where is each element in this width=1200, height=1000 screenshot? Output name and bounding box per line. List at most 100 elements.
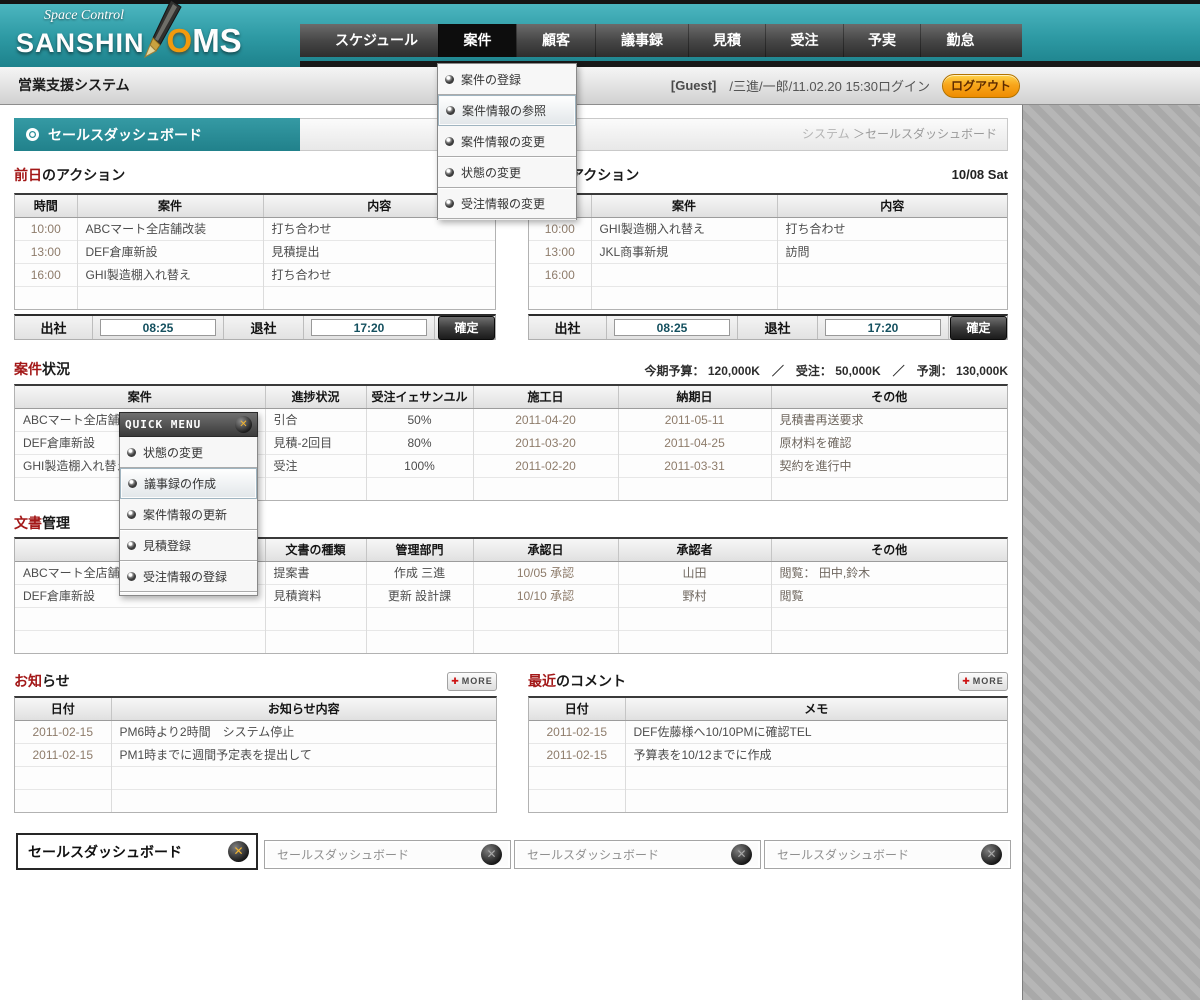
table-row: 2011-02-15 予算表を10/12までに作成 bbox=[529, 743, 1007, 766]
yesterday-actions-table: 時間 案件 内容 10:00 ABCマート全店舗改装 打ち合わせ 13:00 D… bbox=[14, 193, 496, 310]
notices-more-button[interactable]: ✚MORE bbox=[447, 672, 497, 691]
table-row bbox=[529, 286, 1007, 309]
checkout-time-input[interactable] bbox=[311, 319, 427, 336]
table-row: 16:00 GHI製造棚入れ替え 打ち合わせ bbox=[15, 263, 495, 286]
bullet-icon bbox=[445, 168, 454, 177]
bullet-icon bbox=[127, 572, 136, 581]
dropdown-item-change-order-info[interactable]: 受注情報の変更 bbox=[438, 188, 576, 219]
table-row: 10:00 GHI製造棚入れ替え 打ち合わせ bbox=[529, 217, 1007, 240]
table-row: 10:00 ABCマート全店舗改装 打ち合わせ bbox=[15, 217, 495, 240]
tab-sales-dashboard-active[interactable]: セールスダッシュボード ✕ bbox=[16, 833, 258, 870]
table-row bbox=[15, 766, 496, 789]
table-row: 2011-02-15 PM1時までに週間予定表を提出して bbox=[15, 743, 496, 766]
dropdown-item-change-case-info[interactable]: 案件情報の変更 bbox=[438, 126, 576, 157]
checkin-time-input[interactable] bbox=[614, 319, 730, 336]
tab-sales-dashboard[interactable]: セールスダッシュボード ✕ bbox=[764, 840, 1011, 869]
table-row bbox=[15, 789, 496, 812]
bullet-icon bbox=[445, 137, 454, 146]
subheader-bar: 営業支援システム [Guest] /三進/一郎/11.02.20 15:30ログ… bbox=[0, 67, 1200, 105]
logo-brand-text: SANSHIN bbox=[16, 28, 145, 59]
quick-menu-item-create-minutes[interactable]: 議事録の作成 bbox=[120, 468, 257, 499]
checkin-label: 出社 bbox=[529, 318, 606, 337]
today-actions-table: 時間 案件 内容 10:00 GHI製造棚入れ替え 打ち合わせ 13:00 JK… bbox=[528, 193, 1008, 310]
table-row bbox=[15, 286, 495, 309]
page-title: セールスダッシュボード bbox=[14, 118, 300, 151]
login-user-info: /三進/一郎/11.02.20 15:30ログイン bbox=[716, 76, 930, 95]
checkout-label: 退社 bbox=[224, 318, 303, 337]
table-header-row: 時間 案件 内容 bbox=[529, 195, 1007, 217]
app-screen: Space Control SANSHIN OMS スケジュール 案件 顧客 議… bbox=[0, 0, 1200, 1000]
tab-sales-dashboard[interactable]: セールスダッシュボード ✕ bbox=[264, 840, 511, 869]
table-row: 2011-02-15 DEF佐藤様へ10/10PMに確認TEL bbox=[529, 720, 1007, 743]
nav-item-customer[interactable]: 顧客 bbox=[516, 24, 595, 57]
bullet-icon bbox=[128, 479, 137, 488]
nav-item-minutes[interactable]: 議事録 bbox=[595, 24, 688, 57]
quick-menu-item-change-state[interactable]: 状態の変更 bbox=[120, 437, 257, 468]
bullet-icon bbox=[445, 75, 454, 84]
user-role-badge: [Guest] bbox=[671, 78, 717, 93]
close-icon[interactable]: ✕ bbox=[731, 844, 752, 865]
close-icon[interactable]: ✕ bbox=[481, 844, 502, 865]
table-row: 13:00 JKL商事新規 訪問 bbox=[529, 240, 1007, 263]
app-logo: Space Control SANSHIN OMS bbox=[16, 8, 242, 60]
table-row bbox=[529, 789, 1007, 812]
title-bar-rest: システム ＞セールスダッシュボード bbox=[300, 118, 1008, 151]
today-attendance-bar: 出社 退社 確定 bbox=[528, 314, 1008, 340]
table-row: 2011-02-15 PM6時より2時間 システム停止 bbox=[15, 720, 496, 743]
side-stripe-background bbox=[1022, 105, 1200, 1000]
quick-menu-popup: QUICK MENU ✕ 状態の変更 議事録の作成 案件情報の更新 見積登録 受… bbox=[119, 412, 258, 596]
dropdown-item-register-case[interactable]: 案件の登録 bbox=[438, 64, 576, 95]
close-icon[interactable]: ✕ bbox=[981, 844, 1002, 865]
plus-icon: ✚ bbox=[451, 676, 460, 686]
quick-menu-item-register-order-info[interactable]: 受注情報の登録 bbox=[120, 561, 257, 592]
confirm-button[interactable]: 確定 bbox=[438, 316, 495, 340]
yesterday-actions-title: 前日のアクション bbox=[14, 165, 125, 185]
table-row: 13:00 DEF倉庫新設 見積提出 bbox=[15, 240, 495, 263]
nav-item-order[interactable]: 受注 bbox=[765, 24, 843, 57]
header-band: Space Control SANSHIN OMS スケジュール 案件 顧客 議… bbox=[0, 0, 1200, 67]
checkin-label: 出社 bbox=[15, 318, 92, 337]
table-row bbox=[15, 607, 1007, 630]
checkout-time-input[interactable] bbox=[825, 319, 941, 336]
bullet-icon bbox=[127, 541, 136, 550]
budget-stats: 今期予算： 120,000K ／ 受注： 50,000K ／ 予測： 130,0… bbox=[414, 362, 1008, 379]
pen-icon bbox=[144, 0, 186, 58]
bullet-icon bbox=[445, 199, 454, 208]
bullet-icon bbox=[127, 448, 136, 457]
title-ring-icon bbox=[26, 128, 39, 141]
dropdown-item-change-state[interactable]: 状態の変更 bbox=[438, 157, 576, 188]
table-header-row: 日付 お知らせ内容 bbox=[15, 698, 496, 720]
nav-item-schedule[interactable]: スケジュール bbox=[315, 24, 438, 57]
checkin-time-input[interactable] bbox=[100, 319, 216, 336]
nav-item-estimate[interactable]: 見積 bbox=[688, 24, 765, 57]
quick-menu-item-register-estimate[interactable]: 見積登録 bbox=[120, 530, 257, 561]
checkout-label: 退社 bbox=[738, 318, 817, 337]
table-row: 16:00 bbox=[529, 263, 1007, 286]
main-nav: スケジュール 案件 顧客 議事録 見積 受注 予実 勤怠 bbox=[300, 24, 1022, 57]
close-icon[interactable]: ✕ bbox=[228, 841, 249, 862]
quick-menu-title: QUICK MENU bbox=[125, 418, 201, 431]
bullet-icon bbox=[127, 510, 136, 519]
nav-item-forecast[interactable]: 予実 bbox=[843, 24, 920, 57]
confirm-button[interactable]: 確定 bbox=[950, 316, 1007, 340]
case-nav-dropdown: 案件の登録 案件情報の参照 案件情報の変更 状態の変更 受注情報の変更 bbox=[437, 63, 577, 220]
close-icon[interactable]: ✕ bbox=[235, 416, 252, 433]
breadcrumb-parent: システム bbox=[802, 127, 850, 141]
tab-sales-dashboard[interactable]: セールスダッシュボード ✕ bbox=[514, 840, 761, 869]
comments-more-button[interactable]: ✚MORE bbox=[958, 672, 1008, 691]
yesterday-attendance-bar: 出社 退社 確定 bbox=[14, 314, 496, 340]
table-header-row: 案件 進捗状況 受注イェサンユル 施工日 納期日 その他 bbox=[15, 386, 1007, 408]
comments-table: 日付 メモ 2011-02-15 DEF佐藤様へ10/10PMに確認TEL 20… bbox=[528, 696, 1008, 813]
dropdown-item-view-case-info[interactable]: 案件情報の参照 bbox=[438, 95, 576, 126]
table-header-row: 時間 案件 内容 bbox=[15, 195, 495, 217]
nav-item-attendance[interactable]: 勤怠 bbox=[920, 24, 1000, 57]
notices-title: お知らせ bbox=[14, 671, 70, 691]
logout-button[interactable]: ログアウト bbox=[942, 74, 1020, 98]
system-title: 営業支援システム bbox=[18, 67, 130, 104]
quick-menu-item-update-case-info[interactable]: 案件情報の更新 bbox=[120, 499, 257, 530]
nav-item-case[interactable]: 案件 bbox=[438, 24, 516, 57]
plus-icon: ✚ bbox=[962, 676, 971, 686]
table-row bbox=[529, 766, 1007, 789]
comments-title: 最近のコメント bbox=[528, 671, 626, 691]
breadcrumb-current: ＞セールスダッシュボード bbox=[853, 127, 997, 141]
